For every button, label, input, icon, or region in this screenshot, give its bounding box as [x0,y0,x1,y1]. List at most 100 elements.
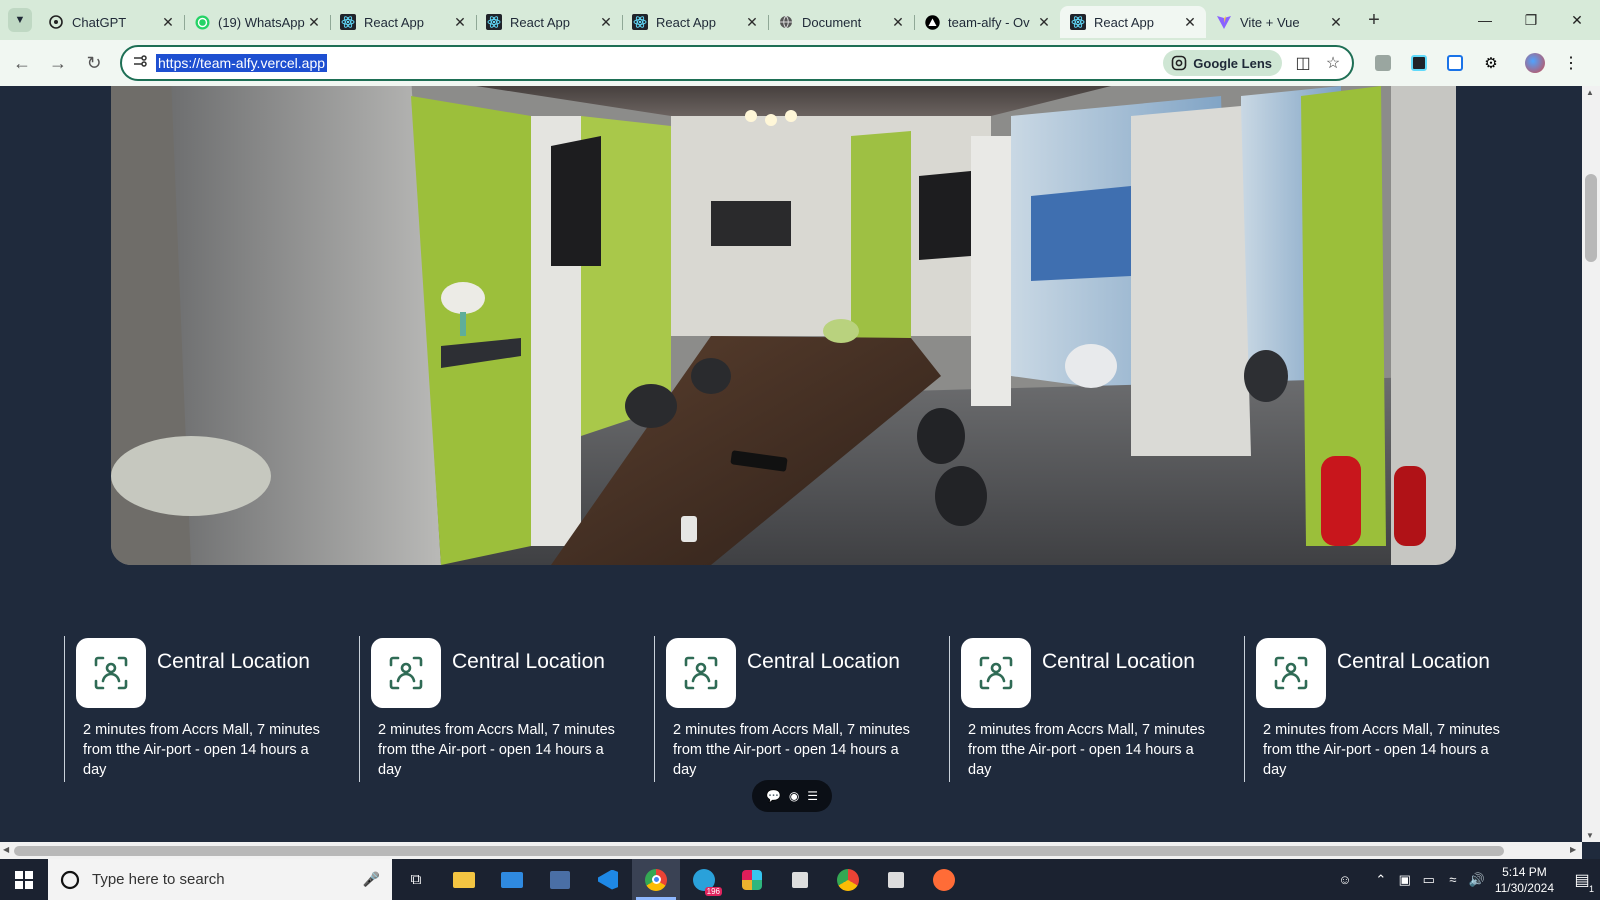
postman-button[interactable] [920,859,968,900]
chrome-menu-button[interactable]: ⋮ [1553,48,1589,78]
minimize-button[interactable]: — [1462,0,1508,40]
extension-icon [1447,55,1463,71]
location-scan-icon [371,638,441,708]
notifications-button[interactable]: ▤ 1 [1564,870,1600,894]
close-icon[interactable]: ✕ [1182,14,1198,30]
react-icon [1070,14,1086,30]
extension-button[interactable] [1365,48,1401,78]
battery-icon[interactable]: ▭ [1417,872,1441,888]
extension-button[interactable] [1401,48,1437,78]
react-icon [340,14,356,30]
scrollbar-thumb[interactable] [1585,174,1597,262]
features-row: Central Location 2 minutes from Accrs Ma… [64,636,1574,786]
forward-button[interactable]: → [40,45,76,81]
scrollbar-thumb[interactable] [14,846,1504,856]
telegram-button[interactable]: 196 [680,859,728,900]
arrow-left-icon: ← [13,52,31,73]
vertical-scrollbar[interactable]: ▲ ▼ [1582,86,1600,842]
menu-icon[interactable]: ☰ [807,789,818,803]
feature-description: 2 minutes from Accrs Mall, 7 minutes fro… [83,722,320,778]
store-button[interactable] [536,859,584,900]
new-tab-button[interactable]: + [1360,6,1388,34]
scroll-down-icon[interactable]: ▼ [1586,831,1594,840]
scroll-up-icon[interactable]: ▲ [1586,88,1594,97]
reload-button[interactable]: ↻ [76,45,112,81]
feature-title: Central Location [157,650,310,673]
antivirus-icon[interactable]: ▣ [1393,872,1417,888]
extension-button[interactable] [1437,48,1473,78]
wifi-icon[interactable]: ≈ [1441,872,1465,887]
kebab-menu-icon: ⋮ [1563,55,1579,72]
app-button[interactable] [872,859,920,900]
site-settings-icon[interactable] [132,53,148,74]
people-icon[interactable]: ☺ [1333,872,1357,887]
horizontal-scrollbar[interactable]: ◀ ▶ [0,842,1582,859]
close-icon[interactable]: ✕ [452,14,468,30]
bookmark-button[interactable]: ☆ [1318,53,1348,73]
feature-description: 2 minutes from Accrs Mall, 7 minutes fro… [378,722,615,778]
tab-title: team-alfy - Ov [948,14,1030,30]
tab-document[interactable]: Document ✕ [768,6,914,38]
restore-button[interactable]: ❐ [1508,0,1554,40]
tab-title: React App [656,14,716,30]
mail-button[interactable] [488,859,536,900]
tab-search-button[interactable]: ▼ [8,8,32,32]
tab-react-app-2[interactable]: React App ✕ [476,6,622,38]
tab-strip: ▼ ChatGPT ✕ (19) WhatsApp ✕ React App ✕ … [0,0,1600,40]
eye-icon[interactable]: ◉ [789,789,799,803]
app-button[interactable] [776,859,824,900]
feature-card: Central Location 2 minutes from Accrs Ma… [359,636,659,782]
tab-title: (19) WhatsApp [218,14,305,30]
tab-title: ChatGPT [72,14,127,30]
comment-icon[interactable]: 💬 [766,789,781,803]
clock[interactable]: 5:14 PM 11/30/2024 [1495,864,1554,896]
task-view-button[interactable]: ⧉ [392,859,440,900]
tab-react-app-1[interactable]: React App ✕ [330,6,476,38]
close-icon[interactable]: ✕ [1036,14,1052,30]
vscode-icon [598,869,618,890]
feature-card: Central Location 2 minutes from Accrs Ma… [64,636,364,782]
feature-title: Central Location [1337,650,1490,673]
tab-vite-vue[interactable]: Vite + Vue ✕ [1206,6,1352,38]
taskbar-search[interactable]: Type here to search 🎤 [48,859,392,900]
vscode-button[interactable] [584,859,632,900]
scroll-right-icon[interactable]: ▶ [1570,845,1576,854]
chrome-profile-button[interactable] [824,859,872,900]
close-icon[interactable]: ✕ [1328,14,1344,30]
file-explorer-button[interactable] [440,859,488,900]
scroll-left-icon[interactable]: ◀ [3,845,9,854]
feature-title: Central Location [452,650,605,673]
tab-react-app-active[interactable]: React App ✕ [1060,6,1206,38]
system-tray: ☺ ⌃ ▣ ▭ ≈ 🔊 5:14 PM 11/30/2024 ▤ 1 [1333,859,1600,900]
back-button[interactable]: ← [4,45,40,81]
time-text: 5:14 PM [1502,864,1547,879]
tab-react-app-3[interactable]: React App ✕ [622,6,768,38]
extensions-menu-button[interactable]: ⚙ [1473,48,1509,78]
close-icon[interactable]: ✕ [890,14,906,30]
close-icon[interactable]: ✕ [598,14,614,30]
microphone-icon[interactable]: 🎤 [363,871,380,888]
install-icon: ◫ [1295,55,1311,72]
tab-team-alfy[interactable]: team-alfy - Ov ✕ [914,6,1060,38]
location-scan-icon [666,638,736,708]
close-icon[interactable]: ✕ [306,14,322,30]
chrome-icon [645,868,667,891]
google-lens-button[interactable]: Google Lens [1163,50,1282,76]
chrome-button[interactable] [632,859,680,900]
volume-icon[interactable]: 🔊 [1465,872,1489,888]
install-app-button[interactable]: ◫ [1288,53,1318,73]
globe-icon [778,14,794,30]
restore-icon: ❐ [1524,11,1538,28]
close-icon[interactable]: ✕ [744,14,760,30]
close-window-button[interactable]: ✕ [1554,0,1600,40]
url-text[interactable]: https://team-alfy.vercel.app [156,54,328,72]
address-bar[interactable]: https://team-alfy.vercel.app Google Lens… [120,45,1354,81]
tab-whatsapp[interactable]: (19) WhatsApp ✕ [184,6,330,38]
slack-button[interactable] [728,859,776,900]
profile-button[interactable] [1517,48,1553,78]
tab-chatgpt[interactable]: ChatGPT ✕ [38,6,184,38]
close-icon[interactable]: ✕ [160,14,176,30]
start-button[interactable] [0,859,48,900]
close-icon: ✕ [1571,11,1583,28]
chevron-up-icon[interactable]: ⌃ [1369,872,1393,888]
